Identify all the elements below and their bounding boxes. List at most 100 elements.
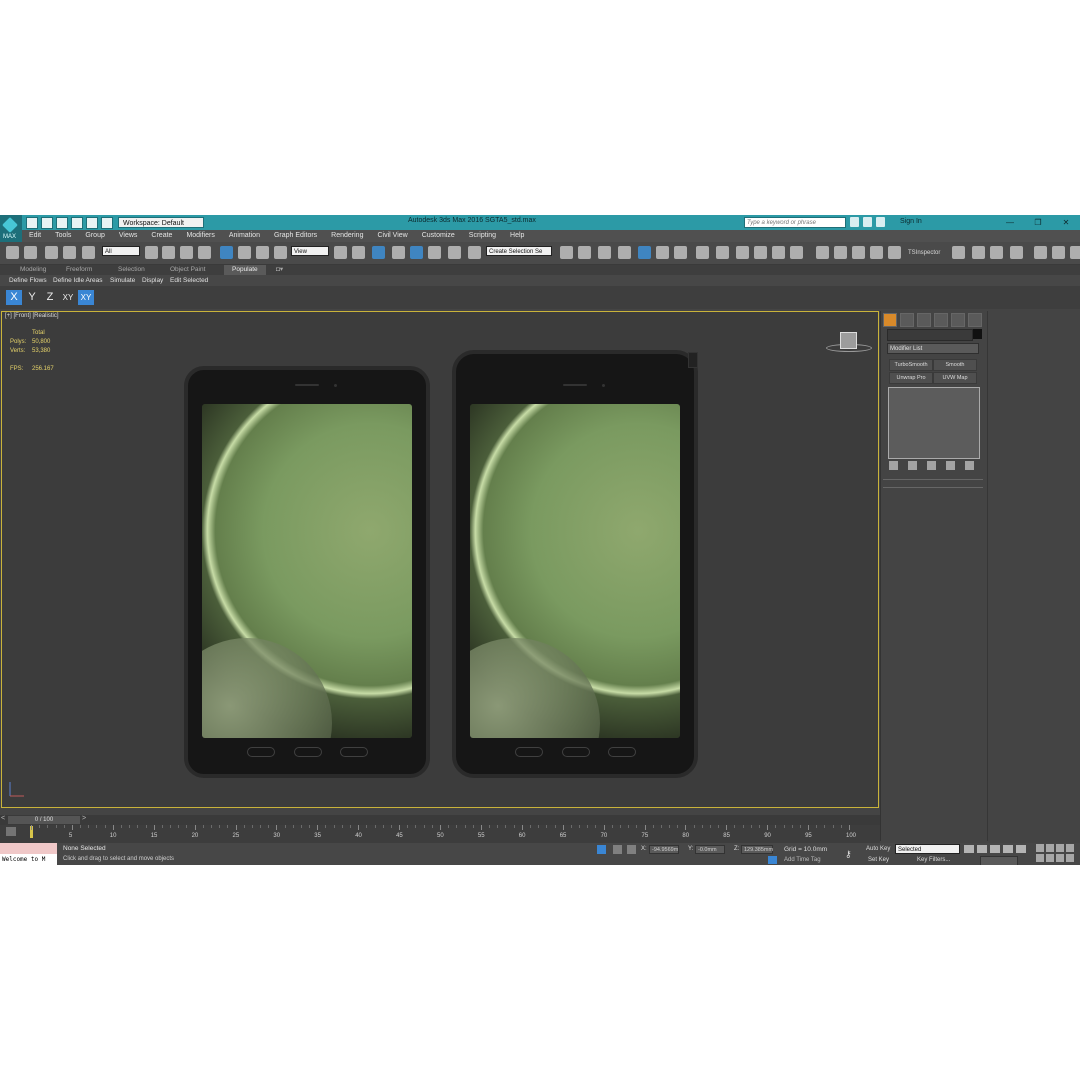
x-coord-field[interactable]: -94.9569m [649, 845, 679, 854]
adaptive-degradation-icon[interactable] [768, 856, 777, 864]
field-of-view-icon[interactable] [1036, 854, 1044, 862]
remove-modifier-icon[interactable] [946, 461, 955, 470]
box-icon[interactable] [1034, 246, 1047, 259]
orbit-icon[interactable] [1056, 854, 1064, 862]
select-by-name-icon[interactable] [162, 246, 175, 259]
define-flows-button[interactable]: Define Flows [9, 275, 47, 286]
reference-coordinate-dropdown[interactable]: View [291, 246, 329, 256]
sign-in-button[interactable]: Sign In [900, 218, 922, 225]
dome-icon[interactable] [1052, 246, 1065, 259]
turbosmooth-button[interactable]: TurboSmooth [889, 359, 933, 371]
close-icon[interactable]: ✕ [1052, 215, 1080, 230]
project-folder-icon[interactable] [101, 217, 113, 229]
percent-snap-icon[interactable] [428, 246, 441, 259]
select-and-move-icon[interactable] [220, 246, 233, 259]
key-filters-button[interactable]: Key Filters... [917, 857, 950, 863]
restore-icon[interactable]: ❐ [1024, 215, 1052, 230]
favorites-icon[interactable] [876, 217, 885, 227]
menu-create[interactable]: Create [144, 230, 179, 242]
render-in-cloud-icon[interactable] [790, 246, 803, 259]
bind-space-warp-icon[interactable] [82, 246, 95, 259]
workspace-dropdown[interactable]: Workspace: Default [118, 217, 204, 228]
minimize-icon[interactable]: — [996, 215, 1024, 230]
menu-rendering[interactable]: Rendering [324, 230, 370, 242]
tab-object-paint[interactable]: Object Paint [170, 265, 205, 275]
layer-manager-icon[interactable] [598, 246, 611, 259]
material-editor-icon[interactable] [696, 246, 709, 259]
axis-y-button[interactable]: Y [24, 290, 40, 305]
go-to-end-icon[interactable] [1016, 845, 1026, 853]
motion-tab-icon[interactable] [934, 313, 948, 327]
modify-tab-icon[interactable] [900, 313, 914, 327]
image-icon[interactable] [852, 246, 865, 259]
go-to-start-icon[interactable] [964, 845, 974, 853]
maxscript-mini-listener[interactable]: Welcome to M [0, 854, 57, 865]
edit-named-selection-icon[interactable] [468, 246, 481, 259]
pan-icon[interactable] [1046, 854, 1054, 862]
select-object-icon[interactable] [145, 246, 158, 259]
tab-modeling[interactable]: Modeling [20, 265, 46, 275]
tab-selection[interactable]: Selection [118, 265, 145, 275]
curve-editor-mini-icon[interactable] [6, 827, 16, 836]
unwrap-pro-button[interactable]: Unwrap Pro [889, 372, 933, 384]
smooth-button[interactable]: Smooth [933, 359, 977, 371]
settings-icon[interactable] [972, 246, 985, 259]
simulate-button[interactable]: Simulate [110, 275, 135, 286]
menu-graph-editors[interactable]: Graph Editors [267, 230, 324, 242]
teapot-icon[interactable] [816, 246, 829, 259]
current-frame-field[interactable] [980, 856, 1018, 865]
cloud-icon[interactable] [834, 246, 847, 259]
set-key-button[interactable]: Set Key [868, 857, 889, 863]
maximize-viewport-icon[interactable] [1066, 854, 1074, 862]
selection-lock-icon[interactable] [613, 845, 622, 854]
rendered-frame-window-icon[interactable] [736, 246, 749, 259]
maxscript-listener[interactable] [0, 843, 57, 854]
align-icon[interactable] [578, 246, 591, 259]
menu-scripting[interactable]: Scripting [462, 230, 503, 242]
app-logo-button[interactable]: MAX [0, 215, 22, 245]
uvw-map-button[interactable]: UVW Map [933, 372, 977, 384]
show-end-result-icon[interactable] [908, 461, 917, 470]
modifier-list-dropdown[interactable]: Modifier List [887, 343, 979, 354]
redo-icon[interactable] [24, 246, 37, 259]
select-and-rotate-icon[interactable] [238, 246, 251, 259]
redo-icon[interactable] [86, 217, 98, 229]
keyboard-shortcut-override-icon[interactable] [372, 246, 385, 259]
scene-explorer-icon[interactable] [618, 246, 631, 259]
zoom-extents-all-icon[interactable] [1066, 844, 1074, 852]
named-selection-dropdown[interactable]: Create Selection Se [486, 246, 552, 256]
save-file-icon[interactable] [56, 217, 68, 229]
play-icon[interactable] [990, 845, 1000, 853]
zoom-all-icon[interactable] [1046, 844, 1054, 852]
tools-icon[interactable] [1010, 246, 1023, 259]
menu-group[interactable]: Group [78, 230, 111, 242]
y-coord-field[interactable]: -0.0mm [695, 845, 725, 854]
menu-customize[interactable]: Customize [415, 230, 462, 242]
isolate-selection-icon[interactable] [597, 845, 606, 854]
utilities-tab-icon[interactable] [968, 313, 982, 327]
zoom-icon[interactable] [1036, 844, 1044, 852]
selection-filter-dropdown[interactable]: All [102, 246, 140, 256]
menu-tools[interactable]: Tools [48, 230, 78, 242]
tablet-model-left[interactable] [184, 366, 430, 778]
absolute-mode-icon[interactable] [627, 845, 636, 854]
axis-z-button[interactable]: Z [42, 290, 58, 305]
select-and-scale-icon[interactable] [256, 246, 269, 259]
prev-frame-icon[interactable]: < [1, 815, 5, 822]
ts-inspector-label[interactable]: TSInspector [908, 250, 940, 256]
zoom-extents-icon[interactable] [1056, 844, 1064, 852]
unlink-icon[interactable] [63, 246, 76, 259]
modifier-stack[interactable] [888, 387, 980, 459]
curve-editor-icon[interactable] [656, 246, 669, 259]
viewcube[interactable] [840, 332, 857, 349]
render-production-icon[interactable] [754, 246, 767, 259]
hierarchy-tab-icon[interactable] [917, 313, 931, 327]
angle-snap-icon[interactable] [410, 246, 423, 259]
open-file-icon[interactable] [41, 217, 53, 229]
pin-stack-icon[interactable] [889, 461, 898, 470]
schematic-view-icon[interactable] [674, 246, 687, 259]
make-unique-icon[interactable] [927, 461, 936, 470]
window-crossing-icon[interactable] [198, 246, 211, 259]
axis-xy-button[interactable]: XY [60, 290, 76, 305]
subscription-icon[interactable] [863, 217, 872, 227]
